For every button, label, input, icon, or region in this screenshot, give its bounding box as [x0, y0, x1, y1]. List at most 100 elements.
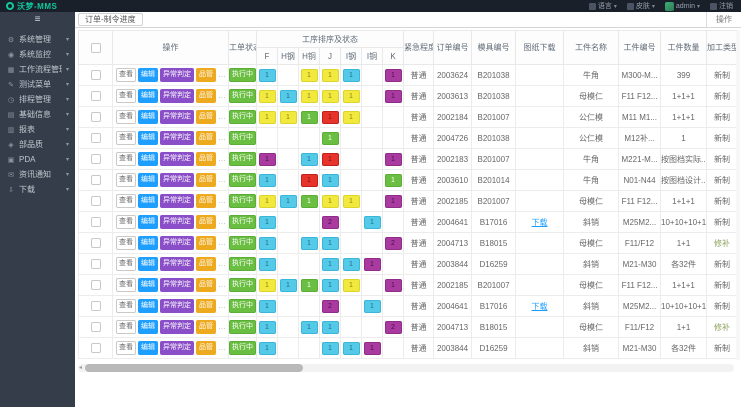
- abnormal-judge-button[interactable]: 异常判定: [160, 278, 194, 292]
- row-checkbox[interactable]: [91, 343, 101, 353]
- edit-button[interactable]: 编辑: [138, 320, 158, 334]
- more-actions-icon[interactable]: …: [218, 154, 226, 163]
- view-button[interactable]: 查看: [116, 110, 136, 124]
- edit-button[interactable]: 编辑: [138, 257, 158, 271]
- quality-button[interactable]: 品管: [196, 110, 216, 124]
- more-actions-icon[interactable]: …: [218, 280, 226, 289]
- view-button[interactable]: 查看: [116, 320, 136, 334]
- view-button[interactable]: 查看: [116, 257, 136, 271]
- more-actions-icon[interactable]: …: [218, 196, 226, 205]
- quality-button[interactable]: 品管: [196, 320, 216, 334]
- row-checkbox[interactable]: [91, 154, 101, 164]
- view-button[interactable]: 查看: [116, 89, 136, 103]
- quality-button[interactable]: 品管: [196, 152, 216, 166]
- quality-button[interactable]: 品管: [196, 341, 216, 355]
- edit-button[interactable]: 编辑: [138, 215, 158, 229]
- row-checkbox[interactable]: [91, 322, 101, 332]
- sidebar-item-schedule-management[interactable]: ◷排程管理▾: [0, 92, 75, 107]
- sidebar-collapse-button[interactable]: ≡: [0, 12, 75, 28]
- quality-button[interactable]: 品管: [196, 278, 216, 292]
- edit-button[interactable]: 编辑: [138, 299, 158, 313]
- sidebar-item-system-management[interactable]: ⚙系统管理▾: [0, 32, 75, 47]
- view-button[interactable]: 查看: [116, 215, 136, 229]
- more-actions-icon[interactable]: …: [218, 343, 226, 352]
- quality-button[interactable]: 品管: [196, 236, 216, 250]
- row-checkbox[interactable]: [91, 112, 101, 122]
- tab-actions-button[interactable]: 操作: [706, 12, 741, 27]
- sidebar-item-basic-info[interactable]: ▤基础信息▾: [0, 107, 75, 122]
- sidebar-item-reports[interactable]: ▥报表▾: [0, 122, 75, 137]
- edit-button[interactable]: 编辑: [138, 89, 158, 103]
- edit-button[interactable]: 编辑: [138, 110, 158, 124]
- row-checkbox[interactable]: [91, 259, 101, 269]
- sidebar-item-download[interactable]: ⇩下载▾: [0, 182, 75, 197]
- more-actions-icon[interactable]: …: [218, 259, 226, 268]
- edit-button[interactable]: 编辑: [138, 236, 158, 250]
- more-actions-icon[interactable]: …: [218, 301, 226, 310]
- edit-button[interactable]: 编辑: [138, 341, 158, 355]
- theme-menu[interactable]: 皮肤 ▾: [627, 1, 655, 11]
- more-actions-icon[interactable]: …: [218, 133, 226, 142]
- language-menu[interactable]: 语言 ▾: [589, 1, 617, 11]
- select-all-checkbox[interactable]: [91, 43, 101, 53]
- abnormal-judge-button[interactable]: 异常判定: [160, 194, 194, 208]
- user-menu[interactable]: admin ▾: [665, 2, 700, 11]
- quality-button[interactable]: 品管: [196, 131, 216, 145]
- tab-order-progress[interactable]: 订单-制令进度: [78, 13, 143, 26]
- quality-button[interactable]: 品管: [196, 299, 216, 313]
- view-button[interactable]: 查看: [116, 236, 136, 250]
- quality-button[interactable]: 品管: [196, 173, 216, 187]
- sidebar-item-system-monitor[interactable]: ◉系统监控▾: [0, 47, 75, 62]
- more-actions-icon[interactable]: …: [218, 238, 226, 247]
- view-button[interactable]: 查看: [116, 341, 136, 355]
- view-button[interactable]: 查看: [116, 173, 136, 187]
- row-checkbox[interactable]: [91, 91, 101, 101]
- abnormal-judge-button[interactable]: 异常判定: [160, 152, 194, 166]
- abnormal-judge-button[interactable]: 异常判定: [160, 110, 194, 124]
- edit-button[interactable]: 编辑: [138, 173, 158, 187]
- more-actions-icon[interactable]: …: [218, 322, 226, 331]
- horizontal-scrollbar-thumb[interactable]: [85, 364, 303, 372]
- drawing-download-link[interactable]: 下载: [532, 302, 548, 311]
- view-button[interactable]: 查看: [116, 152, 136, 166]
- vertical-scrollbar[interactable]: [736, 30, 740, 360]
- logout-button[interactable]: 注销: [710, 1, 733, 11]
- abnormal-judge-button[interactable]: 异常判定: [160, 236, 194, 250]
- more-actions-icon[interactable]: …: [218, 112, 226, 121]
- sidebar-item-notifications[interactable]: ✉资讯通知▾: [0, 167, 75, 182]
- edit-button[interactable]: 编辑: [138, 68, 158, 82]
- quality-button[interactable]: 品管: [196, 257, 216, 271]
- more-actions-icon[interactable]: …: [218, 70, 226, 79]
- row-checkbox[interactable]: [91, 196, 101, 206]
- row-checkbox[interactable]: [91, 280, 101, 290]
- sidebar-item-test-menu[interactable]: ✎测试菜单▾: [0, 77, 75, 92]
- row-checkbox[interactable]: [91, 301, 101, 311]
- view-button[interactable]: 查看: [116, 194, 136, 208]
- sidebar-item-workflow-management[interactable]: ▦工作流程管理▾: [0, 62, 75, 77]
- view-button[interactable]: 查看: [116, 131, 136, 145]
- quality-button[interactable]: 品管: [196, 68, 216, 82]
- row-checkbox[interactable]: [91, 70, 101, 80]
- abnormal-judge-button[interactable]: 异常判定: [160, 341, 194, 355]
- edit-button[interactable]: 编辑: [138, 278, 158, 292]
- edit-button[interactable]: 编辑: [138, 152, 158, 166]
- abnormal-judge-button[interactable]: 异常判定: [160, 320, 194, 334]
- edit-button[interactable]: 编辑: [138, 194, 158, 208]
- quality-button[interactable]: 品管: [196, 89, 216, 103]
- abnormal-judge-button[interactable]: 异常判定: [160, 299, 194, 313]
- abnormal-judge-button[interactable]: 异常判定: [160, 68, 194, 82]
- abnormal-judge-button[interactable]: 异常判定: [160, 89, 194, 103]
- abnormal-judge-button[interactable]: 异常判定: [160, 257, 194, 271]
- sidebar-item-parts-quality[interactable]: ◈部品质▾: [0, 137, 75, 152]
- row-checkbox[interactable]: [91, 175, 101, 185]
- quality-button[interactable]: 品管: [196, 194, 216, 208]
- abnormal-judge-button[interactable]: 异常判定: [160, 131, 194, 145]
- view-button[interactable]: 查看: [116, 278, 136, 292]
- quality-button[interactable]: 品管: [196, 215, 216, 229]
- drawing-download-link[interactable]: 下载: [532, 218, 548, 227]
- row-checkbox[interactable]: [91, 238, 101, 248]
- abnormal-judge-button[interactable]: 异常判定: [160, 173, 194, 187]
- view-button[interactable]: 查看: [116, 299, 136, 313]
- edit-button[interactable]: 编辑: [138, 131, 158, 145]
- row-checkbox[interactable]: [91, 217, 101, 227]
